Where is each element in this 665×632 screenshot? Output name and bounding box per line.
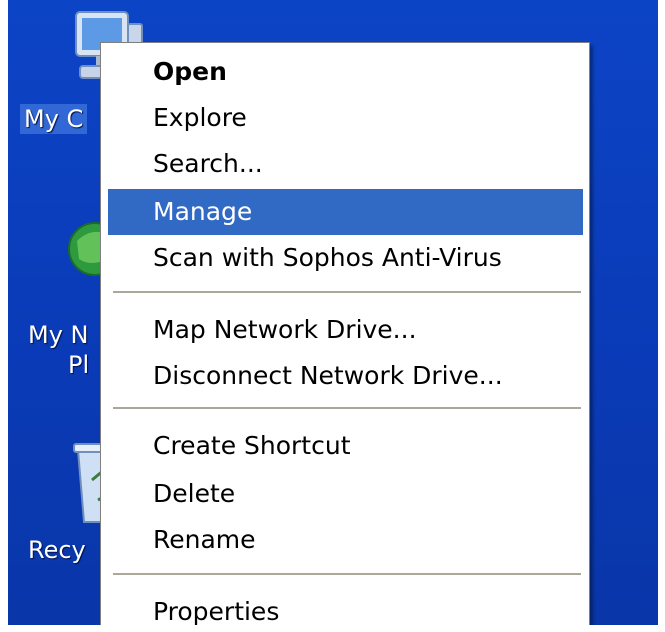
menu-item-scan-sophos[interactable]: Scan with Sophos Anti-Virus [108,235,583,281]
menu-item-delete[interactable]: Delete [108,471,583,517]
menu-item-explore[interactable]: Explore [108,95,583,141]
menu-item-rename[interactable]: Rename [108,517,583,563]
recycle-bin-label[interactable]: Recy [28,535,86,565]
menu-item-create-shortcut[interactable]: Create Shortcut [108,423,583,469]
menu-item-search[interactable]: Search... [108,141,583,187]
menu-separator [113,291,581,294]
computer-icon-label[interactable]: My C [20,104,88,134]
network-places-label-line2[interactable]: Pl [68,350,89,380]
menu-item-properties[interactable]: Properties [108,589,583,625]
menu-item-open[interactable]: Open [108,49,583,95]
desktop: My C My N Pl Recy Open Explore Search...… [8,0,658,625]
menu-separator [113,573,581,576]
menu-item-disconnect-network-drive[interactable]: Disconnect Network Drive... [108,353,583,399]
context-menu: Open Explore Search... Manage Scan with … [100,42,590,625]
network-places-label-line1[interactable]: My N [28,320,89,350]
menu-item-map-network-drive[interactable]: Map Network Drive... [108,307,583,353]
menu-item-manage[interactable]: Manage [108,189,583,235]
menu-separator [113,407,581,410]
